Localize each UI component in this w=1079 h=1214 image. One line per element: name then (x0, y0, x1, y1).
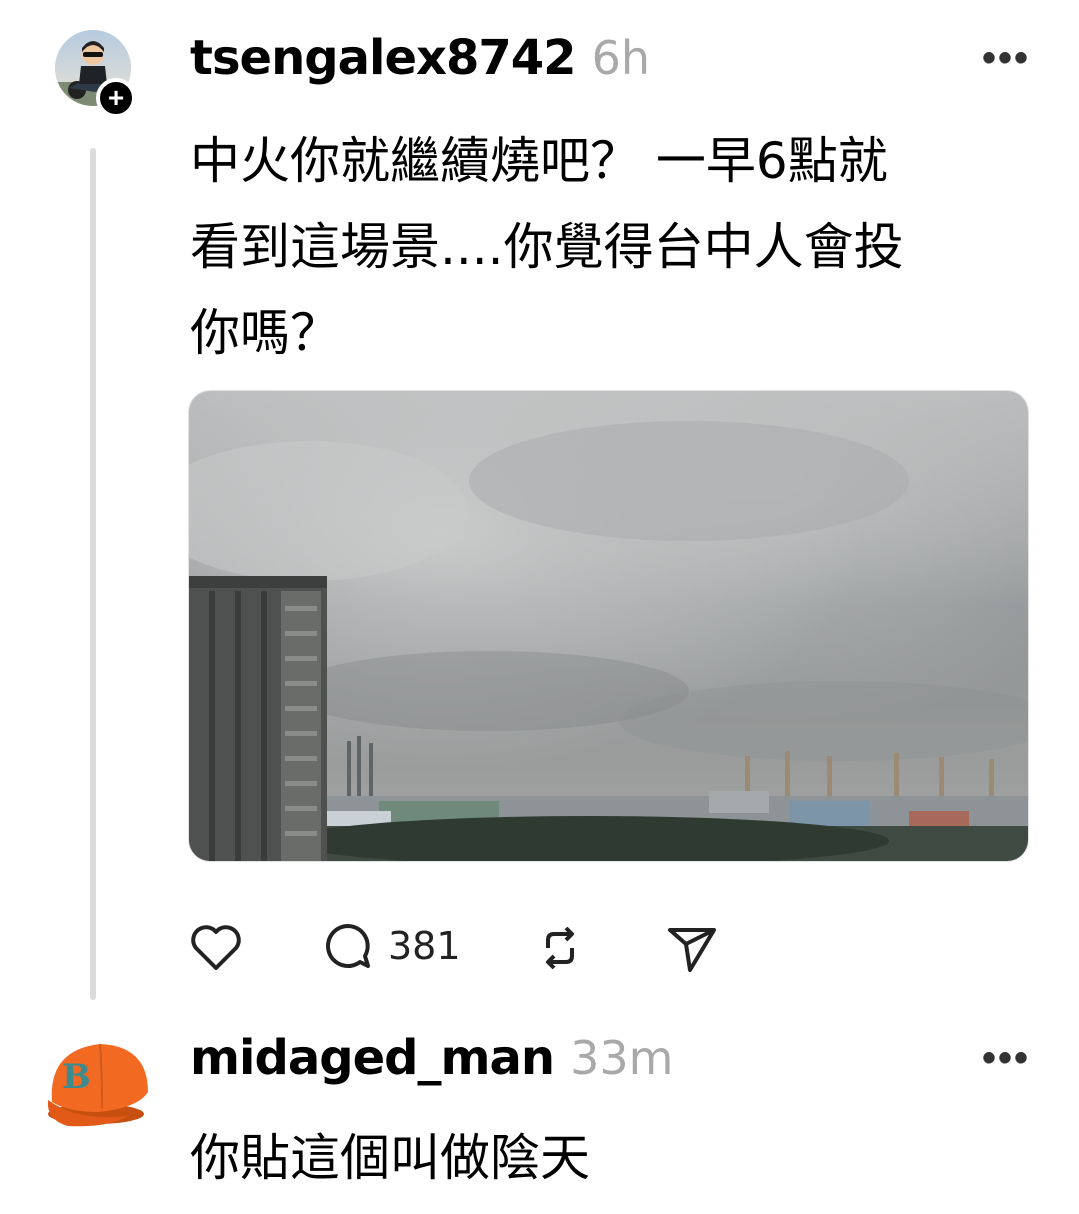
heart-icon[interactable] (188, 922, 244, 970)
reply-username[interactable]: midaged_man (190, 1030, 555, 1086)
post-text-line: 看到這場景....你覺得台中人會投 (190, 218, 904, 276)
reply-timestamp: 33m (570, 1031, 674, 1085)
photo-icon (189, 391, 1028, 861)
post-text-line: 中火你就繼續燒吧？ 一早6點就 (190, 132, 888, 190)
comment-bubble-icon[interactable] (322, 920, 374, 972)
comment-count: 381 (388, 924, 461, 968)
avatar[interactable]: B (38, 1030, 154, 1130)
post-text-line: 你嗎？ (190, 304, 340, 362)
more-dots-icon[interactable]: ••• (982, 1036, 1030, 1081)
more-dots-icon[interactable]: ••• (982, 36, 1030, 81)
svg-text:B: B (62, 1057, 91, 1097)
post-photo[interactable] (188, 390, 1029, 862)
post-username[interactable]: tsengalex8742 (190, 30, 577, 86)
cap-icon: B (47, 1043, 148, 1127)
post-timestamp: 6h (591, 31, 650, 85)
thread-line (90, 148, 96, 1000)
post-header: tsengalex8742 6h (190, 30, 650, 90)
reply-text: 你貼這個叫做陰天 (190, 1129, 590, 1187)
repost-icon[interactable] (534, 922, 586, 974)
send-icon[interactable] (666, 922, 718, 974)
post-text: 中火你就繼續燒吧？ 一早6點就 看到這場景....你覺得台中人會投 你嗎？ (190, 118, 1050, 376)
follow-button[interactable]: + (96, 78, 136, 118)
reply-header: midaged_man 33m (190, 1030, 673, 1090)
